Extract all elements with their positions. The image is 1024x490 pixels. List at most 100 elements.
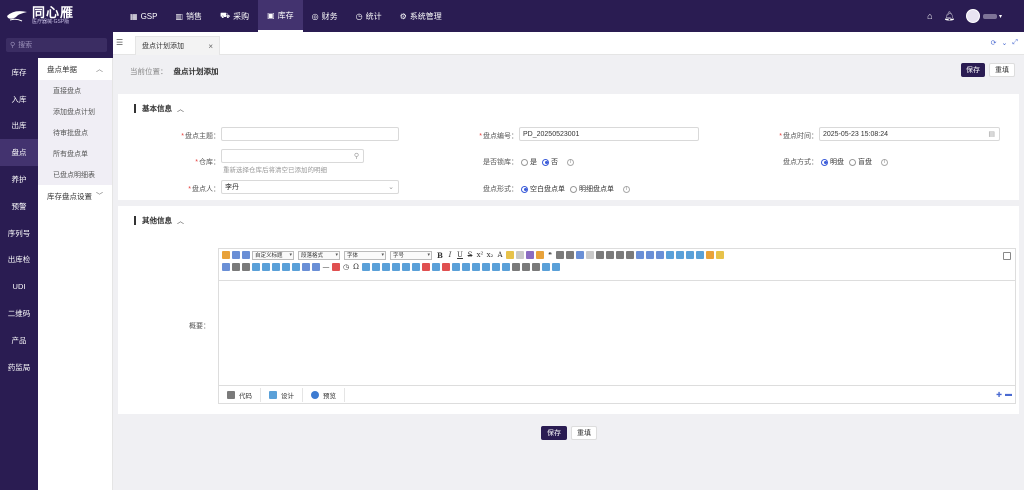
time-input[interactable]: 2025-05-23 15:08:24 ▤ — [819, 127, 1000, 141]
form-detail-radio[interactable]: 明细盘点单 — [570, 184, 614, 194]
omega-icon[interactable]: Ω — [352, 263, 360, 271]
rail-item-outbound[interactable]: 出库 — [0, 113, 38, 140]
editor-tab-design[interactable]: 设计 — [261, 387, 303, 402]
section-title-other[interactable]: 其他信息 ︿ — [134, 215, 184, 226]
code-icon[interactable] — [282, 263, 290, 271]
size-select[interactable]: 字号 — [390, 250, 432, 260]
rail-item-inbound[interactable]: 入库 — [0, 86, 38, 113]
pagebreak-icon[interactable] — [292, 263, 300, 271]
calendar-icon[interactable]: ▤ — [988, 130, 995, 138]
date-icon[interactable] — [332, 263, 340, 271]
unlink-icon[interactable] — [646, 251, 654, 259]
editor-tab-preview[interactable]: 预览 — [303, 387, 345, 402]
rail-item-serial[interactable]: 序列号 — [0, 220, 38, 247]
nav-sales[interactable]: ▥ 销售 — [166, 0, 211, 32]
justify-icon[interactable] — [626, 251, 634, 259]
refresh-icon[interactable]: ⟳ — [991, 39, 997, 47]
align-center-icon[interactable] — [606, 251, 614, 259]
editor-fullscreen-icon[interactable] — [1003, 252, 1011, 260]
delete-table-icon[interactable] — [402, 263, 410, 271]
search-replace-icon[interactable] — [362, 263, 370, 271]
source-icon[interactable] — [222, 263, 230, 271]
time-icon[interactable]: ◷ — [342, 263, 350, 271]
bell-icon[interactable]: 🔔︎ — [944, 11, 955, 22]
template-icon[interactable] — [302, 263, 310, 271]
table-icon[interactable] — [576, 251, 584, 259]
italic-icon[interactable]: I — [446, 251, 454, 259]
tab-stocktake-plan-add[interactable]: 盘点计划添加 × — [135, 36, 220, 55]
strike-icon[interactable]: S — [466, 251, 474, 259]
nav-stats[interactable]: ◷ 统计 — [347, 0, 391, 32]
mode-open-radio[interactable]: 明盘 — [821, 157, 844, 167]
unordered-list-icon[interactable] — [566, 251, 574, 259]
rail-item-qrcode[interactable]: 二维码 — [0, 300, 38, 327]
anchor-icon[interactable] — [656, 251, 664, 259]
undo-icon[interactable] — [232, 251, 240, 259]
shrink-icon[interactable]: ▬ — [1005, 391, 1012, 399]
save-button-bottom[interactable]: 保存 — [541, 426, 567, 440]
rail-item-warning[interactable]: 预警 — [0, 193, 38, 220]
gmap-icon[interactable] — [272, 263, 280, 271]
close-icon[interactable]: × — [208, 42, 213, 51]
eraser-icon[interactable] — [526, 251, 534, 259]
clear-format-icon[interactable] — [516, 251, 524, 259]
chevron-down-icon[interactable]: ⌄ — [1002, 39, 1008, 47]
font-select[interactable]: 字体 — [344, 250, 386, 260]
rail-item-maintenance[interactable]: 养护 — [0, 166, 38, 193]
align-right-icon[interactable] — [616, 251, 624, 259]
section-title-basic[interactable]: 基本信息 ︿ — [134, 103, 184, 114]
split-rows-icon[interactable] — [492, 263, 500, 271]
emoji-icon[interactable] — [706, 251, 714, 259]
reset-button-bottom[interactable]: 重填 — [571, 426, 597, 440]
search-icon[interactable]: ⚲ — [354, 152, 359, 160]
person-select[interactable]: 李丹 ⌄ — [221, 180, 399, 194]
nav-gsp[interactable]: ▦ GSP — [121, 0, 166, 32]
info-icon[interactable]: i — [623, 185, 630, 193]
submenu-item-detail[interactable]: 已盘点明细表 — [38, 164, 112, 185]
nav-finance[interactable]: ◎ 财务 — [303, 0, 347, 32]
nav-inventory[interactable]: ▣ 库存 — [258, 0, 303, 32]
split-cols-icon[interactable] — [502, 263, 510, 271]
search-input[interactable]: ⚲ 搜索 — [6, 38, 107, 52]
save-button-top[interactable]: 保存 — [961, 63, 985, 77]
wordimage-icon[interactable] — [382, 263, 390, 271]
insert-table-icon[interactable] — [392, 263, 400, 271]
submenu-item-direct[interactable]: 直接盘点 — [38, 80, 112, 101]
collapse-menu-icon[interactable]: ☰ — [116, 38, 123, 47]
avatar[interactable] — [965, 9, 980, 23]
delete-row-icon[interactable] — [422, 263, 430, 271]
merge-cells-icon[interactable] — [452, 263, 460, 271]
attach-icon[interactable] — [242, 263, 250, 271]
scrawl-icon[interactable] — [312, 263, 320, 271]
music-icon[interactable] — [696, 251, 704, 259]
underline-icon[interactable]: U — [456, 251, 464, 259]
rail-item-stock[interactable]: 库存 — [0, 59, 38, 86]
video-icon[interactable] — [686, 251, 694, 259]
paste-icon[interactable] — [586, 251, 594, 259]
rail-item-stocktake[interactable]: 盘点 — [0, 139, 38, 167]
warehouse-input[interactable]: ⚲ — [221, 149, 364, 163]
merge-right-icon[interactable] — [462, 263, 470, 271]
form-blank-radio[interactable]: 空白盘点单 — [521, 184, 565, 194]
find-icon[interactable] — [522, 263, 530, 271]
rail-item-product[interactable]: 产品 — [0, 327, 38, 354]
format-brush-icon[interactable] — [222, 251, 230, 259]
zoom-icon[interactable] — [532, 263, 540, 271]
submenu-group-docs[interactable]: 盘点单据 ︿ — [38, 58, 112, 80]
snapscreen-icon[interactable] — [372, 263, 380, 271]
rail-item-udi[interactable]: UDI — [0, 273, 38, 300]
lock-yes-radio[interactable]: 是 — [521, 157, 537, 167]
expand-icon[interactable]: ✚ — [996, 391, 1002, 399]
submenu-item-pending[interactable]: 待审批盘点 — [38, 122, 112, 143]
align-left-icon[interactable] — [596, 251, 604, 259]
insert-row-icon[interactable] — [412, 263, 420, 271]
delete-col-icon[interactable] — [442, 263, 450, 271]
lock-no-radio[interactable]: 否 — [542, 157, 558, 167]
reset-button-top[interactable]: 重填 — [989, 63, 1015, 77]
submenu-group-settings[interactable]: 库存盘点设置 ﹀ — [38, 185, 112, 207]
subscript-icon[interactable]: x₂ — [486, 251, 494, 259]
subject-input[interactable] — [221, 127, 399, 141]
highlight-icon[interactable] — [506, 251, 514, 259]
help-icon[interactable] — [542, 263, 550, 271]
font-color-icon[interactable]: A — [496, 251, 504, 259]
